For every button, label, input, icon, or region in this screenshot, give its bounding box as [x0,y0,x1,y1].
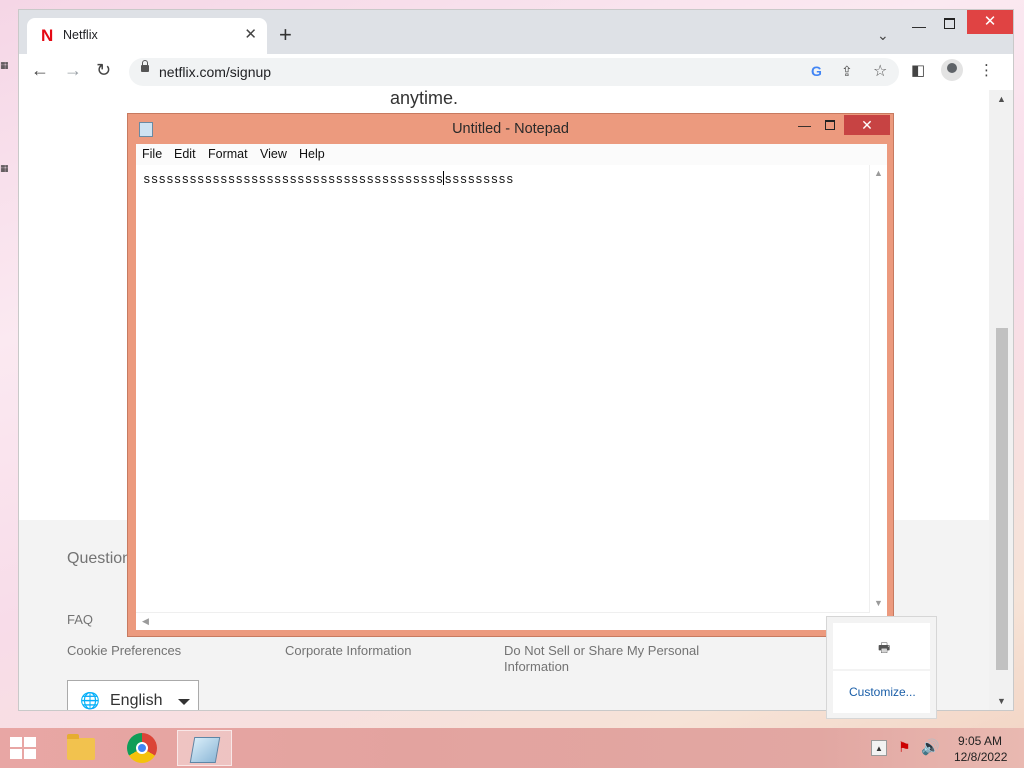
taskbar-notepad[interactable] [177,730,232,766]
text-after-caret: sssssssss [444,173,514,187]
page-scrollbar[interactable]: ▲ ▼ [989,90,1013,710]
menu-edit[interactable]: Edit [174,147,196,161]
footer-questions: Question [67,550,132,567]
notepad-vertical-scrollbar[interactable]: ▲ ▼ [869,165,887,613]
page-heading-fragment: anytime. [390,90,459,108]
clock-date[interactable]: 12/8/2022 [954,750,1007,764]
minimize-button[interactable]: — [912,18,926,34]
lock-icon [141,60,149,72]
url-text: netflix.com/signup [159,64,272,80]
browser-titlebar: N Netflix ✕ + ⌄ — ✕ [19,10,1013,54]
notepad-minimize-button[interactable]: — [798,118,811,133]
taskbar-file-explorer[interactable] [52,730,107,766]
tray-overflow-popup: 🖶 Customize... [826,616,937,719]
bookmark-star-icon[interactable]: ☆ [873,61,887,81]
maximize-button[interactable] [944,18,955,29]
notepad-window: Untitled - Notepad — ✕ File Edit Format … [127,113,894,637]
share-icon[interactable]: ⇪ [841,63,853,80]
back-icon[interactable]: ← [31,60,49,81]
folder-icon [67,734,95,760]
menu-help[interactable]: Help [299,147,325,161]
desktop-icon-edge: ▦ [0,163,9,173]
show-hidden-icons-button[interactable]: ▲ [871,740,887,756]
language-label: English [110,692,163,709]
desktop-icon-edge: ▦ [0,60,9,70]
reload-icon[interactable]: ↻ [96,60,111,81]
footer-link-cookie[interactable]: Cookie Preferences [67,643,181,658]
action-center-flag-icon[interactable]: ⚑ [898,739,911,756]
profile-avatar[interactable] [941,59,963,81]
tab-netflix[interactable]: N Netflix ✕ [27,18,267,54]
volume-icon[interactable]: 🔊 [921,738,940,756]
google-icon[interactable]: G [811,63,822,79]
notepad-text-area[interactable]: ssssssssssssssssssssssssssssssssssssssss… [136,165,887,630]
scroll-down-icon[interactable]: ▼ [997,696,1006,706]
notepad-icon [189,737,221,763]
chrome-icon [127,733,157,763]
forward-icon[interactable]: → [64,60,82,81]
notepad-close-button[interactable]: ✕ [844,115,890,135]
scroll-down-icon[interactable]: ▼ [874,598,883,608]
footer-link-faq[interactable]: FAQ [67,612,93,627]
scrollbar-thumb[interactable] [996,328,1008,670]
network-app-icon[interactable]: 🖶 [878,639,890,661]
footer-link-do-not-sell-line2[interactable]: Information [504,659,569,674]
chevron-down-icon [178,699,190,705]
netflix-icon: N [41,26,54,45]
tab-title: Netflix [63,28,98,42]
tray-overflow-icons: 🖶 [833,623,930,669]
tab-close-icon[interactable]: ✕ [244,25,257,43]
address-bar[interactable]: netflix.com/signup G ⇪ ☆ [129,58,899,86]
notepad-menubar: File Edit Format View Help [136,144,887,166]
language-select[interactable]: 🌐 English [67,680,199,710]
menu-format[interactable]: Format [208,147,248,161]
new-tab-button[interactable]: + [279,24,292,46]
footer-link-do-not-sell[interactable]: Do Not Sell or Share My Personal [504,643,699,658]
taskbar-chrome[interactable] [115,730,170,766]
menu-view[interactable]: View [260,147,287,161]
text-before-caret: sssssssssssssssssssssssssssssssssssssss [143,173,444,187]
clock-time[interactable]: 9:05 AM [958,734,1002,748]
side-panel-icon[interactable]: ◧ [911,61,925,79]
footer-link-corporate[interactable]: Corporate Information [285,643,411,658]
notepad-text: ssssssssssssssssssssssssssssssssssssssss… [143,171,514,187]
windows-start-icon[interactable] [10,737,38,759]
scroll-up-icon[interactable]: ▲ [997,94,1006,104]
scroll-left-icon[interactable]: ◀ [142,616,149,627]
taskbar: ▲ ⚑ 🔊 9:05 AM 12/8/2022 [0,728,1024,768]
notepad-horizontal-scrollbar[interactable]: ◀ [136,612,870,630]
customize-link[interactable]: Customize... [849,685,916,699]
browser-toolbar: ← → ↻ netflix.com/signup G ⇪ ☆ ◧ ⋮ [19,54,1013,91]
globe-icon: 🌐 [80,693,100,710]
menu-file[interactable]: File [142,147,162,161]
menu-icon[interactable]: ⋮ [979,61,994,79]
notepad-title: Untitled - Notepad [452,121,569,137]
tab-search-chevron-icon[interactable]: ⌄ [877,27,889,44]
notepad-maximize-button[interactable] [825,120,835,130]
scroll-up-icon[interactable]: ▲ [874,168,883,178]
close-button[interactable]: ✕ [967,10,1013,34]
tray-customize-area: Customize... [833,671,930,713]
